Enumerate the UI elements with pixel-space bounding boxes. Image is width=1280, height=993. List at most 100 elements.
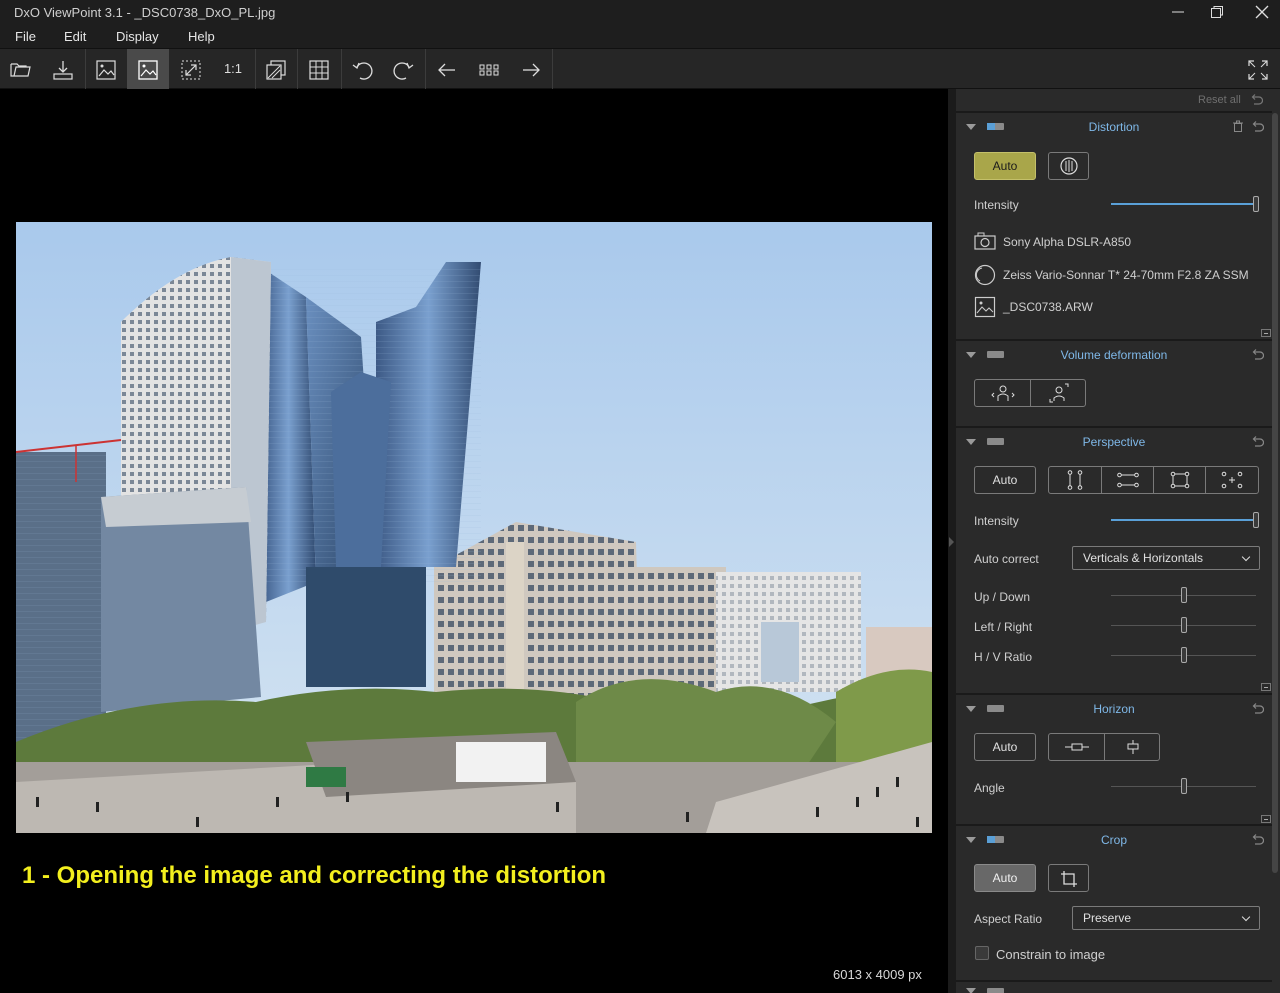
perspective-header[interactable]: Perspective	[956, 428, 1272, 456]
horizon-section: Horizon Auto Angle	[956, 693, 1272, 823]
hv-ratio-label: H / V Ratio	[974, 650, 1033, 664]
minimize-icon	[1172, 11, 1184, 13]
grid-button[interactable]	[298, 49, 340, 89]
volume-horizontal-button[interactable]	[975, 380, 1031, 406]
collapse-caret-icon[interactable]	[966, 988, 976, 993]
perspective-mode-group	[1048, 466, 1259, 494]
perspective-vertical-button[interactable]	[1049, 467, 1102, 493]
open-folder-button[interactable]	[0, 49, 42, 89]
compare-button[interactable]	[85, 49, 127, 89]
person-diagonal-icon	[1049, 383, 1068, 403]
next-section-toggle[interactable]	[987, 988, 1004, 993]
next-section-header[interactable]	[956, 980, 1272, 993]
volume-title: Volume deformation	[1060, 348, 1168, 362]
reset-horizon-icon[interactable]	[1250, 703, 1264, 715]
reset-volume-icon[interactable]	[1250, 349, 1264, 361]
minimize-section-icon[interactable]	[1261, 683, 1271, 691]
export-button[interactable]	[42, 49, 84, 89]
rotate-right-icon	[393, 62, 414, 80]
auto-correct-dropdown[interactable]: Verticals & Horizontals	[1072, 546, 1260, 570]
horizon-vertical-button[interactable]	[1105, 734, 1160, 760]
zoom-100-button[interactable]: 1:1	[212, 49, 254, 89]
leftright-slider[interactable]	[1180, 617, 1187, 633]
close-button[interactable]	[1239, 0, 1280, 25]
horizon-auto-button[interactable]: Auto	[974, 733, 1036, 761]
volume-diagonal-button[interactable]	[1031, 380, 1086, 406]
rotate-left-button[interactable]	[341, 49, 383, 89]
distortion-manual-button[interactable]	[1048, 152, 1089, 180]
menu-help[interactable]: Help	[188, 29, 215, 44]
lens-model: Zeiss Vario-Sonnar T* 24-70mm F2.8 ZA SS…	[1003, 268, 1249, 282]
fullscreen-button[interactable]	[1237, 49, 1279, 89]
horizon-mode-group	[1048, 733, 1160, 761]
eight-point-icon	[1221, 471, 1243, 489]
horizontal-level-icon	[1064, 743, 1089, 751]
angle-label: Angle	[974, 781, 1005, 795]
distortion-auto-button[interactable]: Auto	[974, 152, 1036, 180]
crop-title: Crop	[1100, 833, 1127, 847]
constrain-checkbox[interactable]	[975, 946, 989, 960]
restore-icon	[1211, 6, 1223, 18]
before-after-button[interactable]	[255, 49, 297, 89]
perspective-eight-point-button[interactable]	[1206, 467, 1258, 493]
aspect-ratio-label: Aspect Ratio	[974, 912, 1043, 926]
panel-splitter[interactable]	[948, 89, 956, 993]
perspective-intensity-slider[interactable]	[1253, 512, 1259, 528]
file-info: _DSC0738.ARW	[974, 296, 1264, 318]
rotate-right-button[interactable]	[383, 49, 425, 89]
panel-scrollbar[interactable]	[1272, 113, 1278, 873]
crop-icon	[1061, 871, 1077, 887]
crop-auto-button[interactable]: Auto	[974, 864, 1036, 892]
next-icon	[523, 63, 540, 77]
minimize-section-icon[interactable]	[1261, 329, 1271, 337]
distortion-intensity-slider[interactable]	[1253, 196, 1259, 212]
menu-file[interactable]: File	[15, 29, 36, 44]
image-viewer[interactable]: 1 - Opening the image and correcting the…	[0, 89, 948, 993]
reset-perspective-icon[interactable]	[1250, 436, 1264, 448]
distortion-intensity-fill	[1111, 203, 1256, 205]
next-button[interactable]	[510, 49, 552, 89]
menu-display[interactable]: Display	[116, 29, 159, 44]
horizon-header[interactable]: Horizon	[956, 695, 1272, 723]
thumbnails-button[interactable]	[468, 49, 510, 89]
lens-icon	[974, 264, 996, 286]
barrel-distortion-icon	[1060, 157, 1078, 175]
tutorial-caption: 1 - Opening the image and correcting the…	[22, 862, 607, 889]
restore-button[interactable]	[1194, 0, 1240, 25]
reset-crop-icon[interactable]	[1250, 834, 1264, 846]
camera-icon	[974, 232, 996, 250]
single-view-button[interactable]	[127, 49, 169, 89]
perspective-rectangle-button[interactable]	[1154, 467, 1206, 493]
updown-slider[interactable]	[1180, 587, 1187, 603]
previous-button[interactable]	[426, 49, 468, 89]
reset-all-icon[interactable]	[1249, 94, 1263, 106]
perspective-auto-button[interactable]: Auto	[974, 466, 1036, 494]
reset-all-button[interactable]: Reset all	[1198, 94, 1241, 106]
distortion-header[interactable]: Distortion	[956, 113, 1272, 141]
angle-slider[interactable]	[1180, 778, 1187, 794]
auto-correct-label: Auto correct	[974, 552, 1039, 566]
crop-header[interactable]: Crop	[956, 826, 1272, 854]
lens-info: Zeiss Vario-Sonnar T* 24-70mm F2.8 ZA SS…	[974, 264, 1264, 286]
aspect-ratio-dropdown[interactable]: Preserve	[1072, 906, 1260, 930]
hv-ratio-slider[interactable]	[1180, 647, 1187, 663]
distortion-section: Distortion Auto Intensity Sony Alpha DSL…	[956, 111, 1272, 337]
perspective-horizontal-button[interactable]	[1102, 467, 1154, 493]
photo-la-defense[interactable]	[16, 222, 932, 833]
horizontal-lines-icon	[1116, 472, 1139, 488]
perspective-title: Perspective	[1082, 435, 1146, 449]
reset-distortion-icon[interactable]	[1250, 121, 1264, 133]
fit-screen-button[interactable]	[170, 49, 212, 89]
horizon-level-button[interactable]	[1049, 734, 1105, 760]
compare-icon	[96, 60, 116, 80]
volume-header[interactable]: Volume deformation	[956, 341, 1272, 369]
title-bar: DxO ViewPoint 3.1 - _DSC0738_DxO_PL.jpg	[0, 0, 1280, 25]
trash-icon[interactable]	[1232, 120, 1244, 133]
grid-icon	[309, 60, 329, 80]
menu-edit[interactable]: Edit	[64, 29, 86, 44]
auto-correct-value: Verticals & Horizontals	[1083, 551, 1204, 565]
export-icon	[53, 61, 73, 80]
perspective-intensity-label: Intensity	[974, 514, 1019, 528]
crop-manual-button[interactable]	[1048, 864, 1089, 892]
minimize-section-icon[interactable]	[1261, 815, 1271, 823]
